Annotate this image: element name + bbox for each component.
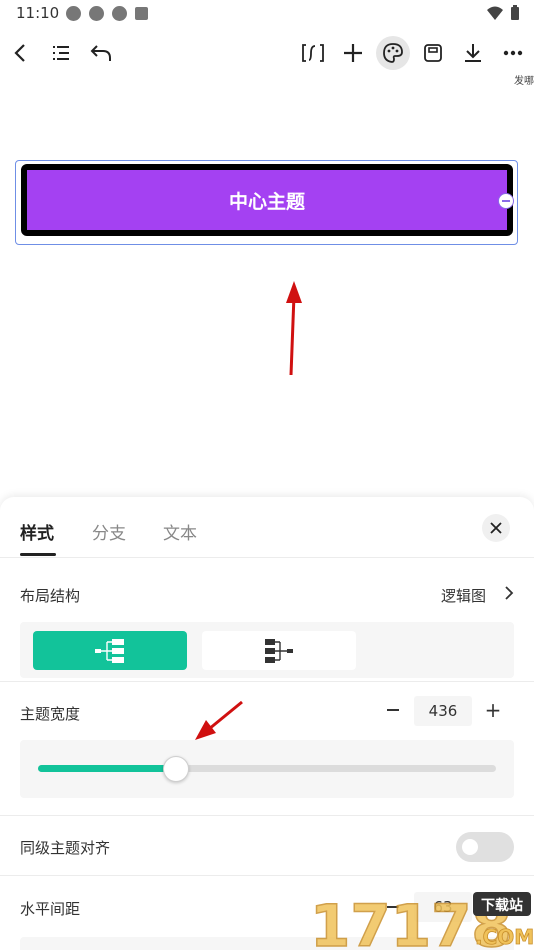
topic-width-value[interactable]: 436 bbox=[414, 696, 472, 726]
align-toggle[interactable] bbox=[456, 832, 514, 862]
notification-icon bbox=[66, 6, 81, 21]
wifi-icon bbox=[487, 6, 503, 20]
undo-icon bbox=[90, 45, 111, 61]
undo-button[interactable] bbox=[84, 36, 118, 70]
watermark-tag: 下载站 bbox=[481, 897, 523, 914]
tab-text[interactable]: 文本 bbox=[163, 519, 197, 544]
battery-icon bbox=[511, 5, 519, 20]
theme-button[interactable] bbox=[376, 36, 410, 70]
toggle-knob bbox=[462, 839, 478, 855]
divider bbox=[0, 815, 534, 816]
formula-icon bbox=[302, 44, 324, 62]
mindmap-canvas[interactable]: 中心主题 bbox=[0, 80, 534, 500]
central-topic-selection[interactable]: 中心主题 bbox=[15, 160, 518, 245]
export-button[interactable] bbox=[456, 36, 490, 70]
tab-indicator bbox=[20, 553, 56, 556]
divider bbox=[0, 875, 534, 876]
tab-branch[interactable]: 分支 bbox=[92, 519, 126, 544]
formula-button[interactable] bbox=[296, 36, 330, 70]
layout-options bbox=[20, 622, 514, 678]
topic-width-slider-box bbox=[20, 740, 514, 798]
more-icon bbox=[503, 50, 523, 56]
layout-label: 布局结构 bbox=[20, 587, 81, 605]
align-label: 同级主题对齐 bbox=[20, 839, 111, 857]
toolbar: 发哪 bbox=[0, 32, 534, 87]
logic-left-icon bbox=[265, 638, 293, 663]
watermark-logo: 17178 下载站 .COM bbox=[310, 891, 534, 950]
palette-icon bbox=[383, 43, 403, 63]
layout-option-logic-left[interactable] bbox=[202, 631, 356, 670]
layout-value[interactable]: 逻辑图 bbox=[441, 585, 486, 606]
save-icon bbox=[424, 44, 442, 62]
outline-button[interactable] bbox=[44, 36, 78, 70]
status-right bbox=[486, 5, 520, 21]
panel-tabs: 样式 分支 文本 bbox=[0, 515, 534, 556]
close-panel-button[interactable] bbox=[482, 514, 510, 542]
layout-option-logic-right[interactable] bbox=[33, 631, 187, 670]
topic-width-label: 主题宽度 bbox=[20, 705, 81, 723]
divider bbox=[0, 681, 534, 682]
slider-thumb[interactable] bbox=[163, 756, 190, 782]
chevron-right-icon[interactable] bbox=[504, 585, 514, 601]
tab-style[interactable]: 样式 bbox=[20, 519, 54, 544]
notification-icon bbox=[89, 6, 104, 21]
download-icon bbox=[465, 44, 481, 62]
collapse-button[interactable] bbox=[498, 193, 514, 209]
notification-icon bbox=[135, 7, 148, 20]
watermark-domain: .COM bbox=[475, 925, 534, 949]
notification-icon bbox=[112, 6, 127, 21]
divider bbox=[0, 557, 534, 558]
add-button[interactable] bbox=[336, 36, 370, 70]
topic-width-decrease-button[interactable] bbox=[383, 700, 403, 720]
plus-icon bbox=[344, 44, 362, 62]
style-panel: 样式 分支 文本 布局结构 逻辑图 主题宽度 436 + 同级主题对齐 水平间距… bbox=[0, 497, 534, 950]
close-icon bbox=[490, 522, 502, 534]
h-spacing-label: 水平间距 bbox=[20, 900, 81, 918]
outline-icon bbox=[53, 46, 69, 60]
logic-right-icon bbox=[95, 638, 124, 663]
notification-icons bbox=[66, 6, 148, 21]
back-icon bbox=[14, 44, 25, 62]
back-button[interactable] bbox=[4, 36, 38, 70]
more-button[interactable] bbox=[496, 36, 530, 70]
save-button[interactable] bbox=[416, 36, 450, 70]
status-time: 11:10 bbox=[16, 4, 60, 22]
status-bar: 11:10 bbox=[0, 0, 534, 28]
topic-width-increase-button[interactable]: + bbox=[483, 700, 503, 720]
slider-fill bbox=[38, 765, 176, 772]
central-topic[interactable]: 中心主题 bbox=[21, 164, 513, 236]
topic-width-slider[interactable] bbox=[38, 756, 496, 782]
